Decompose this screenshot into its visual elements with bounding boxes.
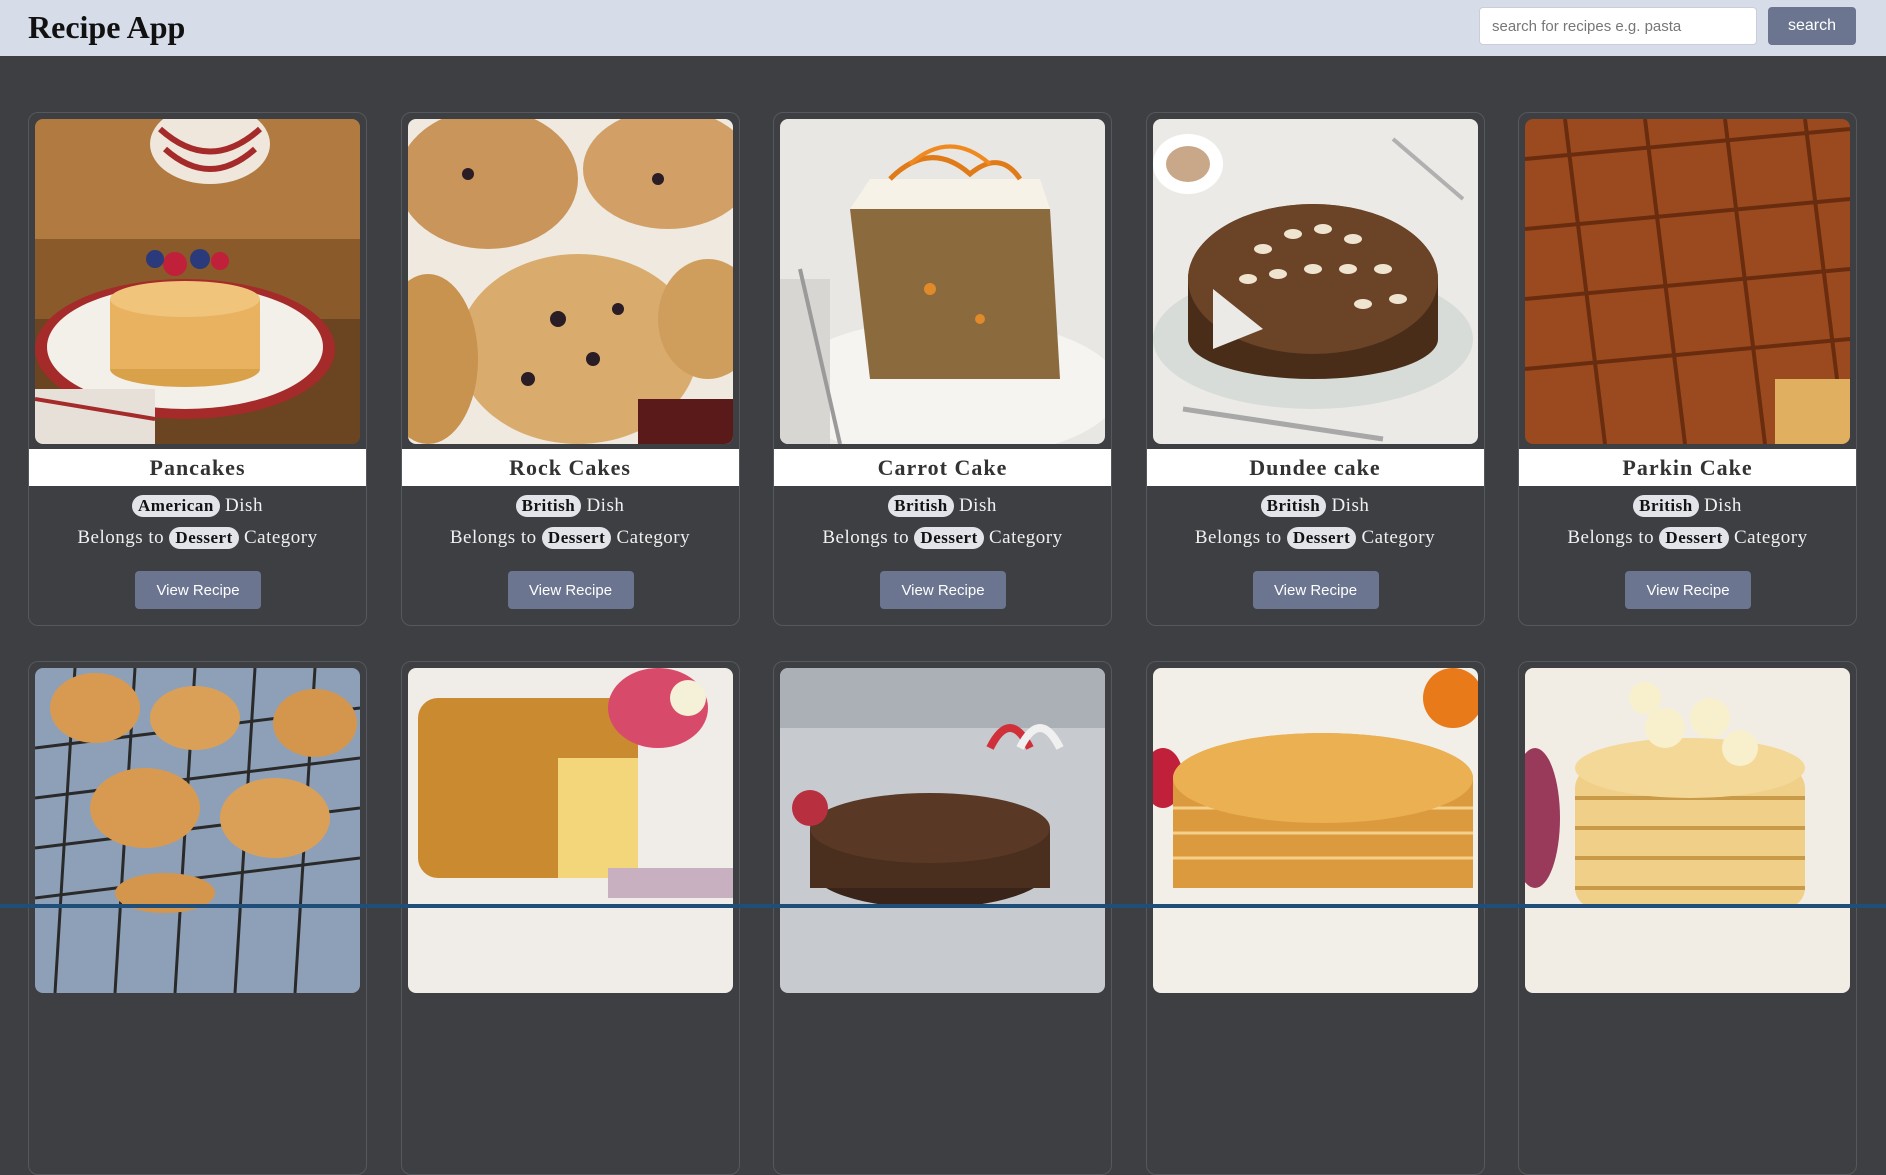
recipe-image bbox=[1152, 119, 1478, 444]
recipe-area-line: British Dish bbox=[774, 495, 1111, 517]
app-title: Recipe App bbox=[28, 9, 186, 45]
recipe-card: Pancakes American Dish Belongs to Desser… bbox=[28, 112, 367, 626]
category-label: Category bbox=[243, 527, 318, 548]
area-badge: British bbox=[1260, 495, 1327, 517]
recipe-card: Parkin Cake British Dish Belongs to Dess… bbox=[1518, 112, 1857, 626]
header-bar: Recipe App search bbox=[0, 0, 1886, 56]
category-label: Category bbox=[988, 527, 1063, 548]
belongs-label: Belongs to bbox=[1194, 527, 1282, 548]
category-label: Category bbox=[1361, 527, 1436, 548]
area-badge: British bbox=[515, 495, 582, 517]
recipe-image bbox=[1525, 668, 1850, 993]
recipe-title: Parkin Cake bbox=[1519, 449, 1856, 486]
recipe-title: Dundee cake bbox=[1146, 449, 1484, 486]
category-label: Category bbox=[616, 527, 691, 548]
dish-label: Dish bbox=[225, 495, 263, 516]
recipe-category-line: Belongs to Dessert Category bbox=[29, 527, 366, 549]
recipe-category-line: Belongs to Dessert Category bbox=[402, 527, 739, 549]
recipe-area-line: American Dish bbox=[29, 495, 366, 517]
recipe-card bbox=[400, 661, 740, 1175]
recipe-card bbox=[1518, 661, 1857, 1175]
recipe-area-line: British Dish bbox=[1147, 495, 1484, 517]
recipe-card bbox=[773, 661, 1112, 1175]
recipe-card bbox=[28, 661, 367, 1175]
recipe-category-line: Belongs to Dessert Category bbox=[1147, 527, 1484, 549]
recipe-card: Rock Cakes British Dish Belongs to Desse… bbox=[400, 112, 740, 626]
view-recipe-button[interactable]: View Recipe bbox=[880, 571, 1006, 609]
belongs-label: Belongs to bbox=[1567, 527, 1655, 548]
recipe-title: Carrot Cake bbox=[774, 449, 1111, 486]
category-badge: Dessert bbox=[1659, 527, 1729, 549]
recipe-title: Rock Cakes bbox=[401, 449, 739, 486]
recipe-card: Carrot Cake British Dish Belongs to Dess… bbox=[773, 112, 1112, 626]
recipe-category-line: Belongs to Dessert Category bbox=[1519, 527, 1856, 549]
recipe-grid: Pancakes American Dish Belongs to Desser… bbox=[28, 112, 1857, 1175]
category-badge: Dessert bbox=[169, 527, 239, 549]
recipe-image bbox=[35, 668, 360, 993]
recipe-image bbox=[1152, 668, 1478, 993]
dish-label: Dish bbox=[1703, 495, 1742, 516]
recipe-area-line: British Dish bbox=[1519, 495, 1856, 517]
recipe-image bbox=[407, 668, 733, 993]
recipe-image bbox=[1525, 119, 1850, 444]
recipe-image bbox=[780, 668, 1105, 993]
area-badge: American bbox=[132, 495, 220, 517]
view-recipe-button[interactable]: View Recipe bbox=[135, 571, 261, 609]
category-label: Category bbox=[1733, 527, 1808, 548]
area-badge: British bbox=[1633, 495, 1699, 517]
dish-label: Dish bbox=[586, 495, 625, 516]
recipe-image bbox=[407, 119, 733, 444]
recipe-category-line: Belongs to Dessert Category bbox=[774, 527, 1111, 549]
search-input[interactable] bbox=[1479, 7, 1757, 45]
category-badge: Dessert bbox=[914, 527, 984, 549]
view-recipe-button[interactable]: View Recipe bbox=[1252, 571, 1379, 609]
dish-label: Dish bbox=[958, 495, 997, 516]
recipe-card: Dundee cake British Dish Belongs to Dess… bbox=[1145, 112, 1485, 626]
view-recipe-button[interactable]: View Recipe bbox=[507, 571, 634, 609]
search-button[interactable]: search bbox=[1768, 7, 1856, 45]
recipe-area-line: British Dish bbox=[402, 495, 739, 517]
belongs-label: Belongs to bbox=[822, 527, 910, 548]
view-recipe-button[interactable]: View Recipe bbox=[1625, 571, 1751, 609]
area-badge: British bbox=[888, 495, 954, 517]
bottom-edge bbox=[0, 904, 1886, 908]
recipe-card bbox=[1145, 661, 1485, 1175]
category-badge: Dessert bbox=[1286, 527, 1357, 549]
dish-label: Dish bbox=[1331, 495, 1370, 516]
belongs-label: Belongs to bbox=[77, 527, 165, 548]
category-badge: Dessert bbox=[541, 527, 612, 549]
recipe-image bbox=[35, 119, 360, 444]
belongs-label: Belongs to bbox=[449, 527, 537, 548]
recipe-title: Pancakes bbox=[29, 449, 366, 486]
recipe-image bbox=[780, 119, 1105, 444]
